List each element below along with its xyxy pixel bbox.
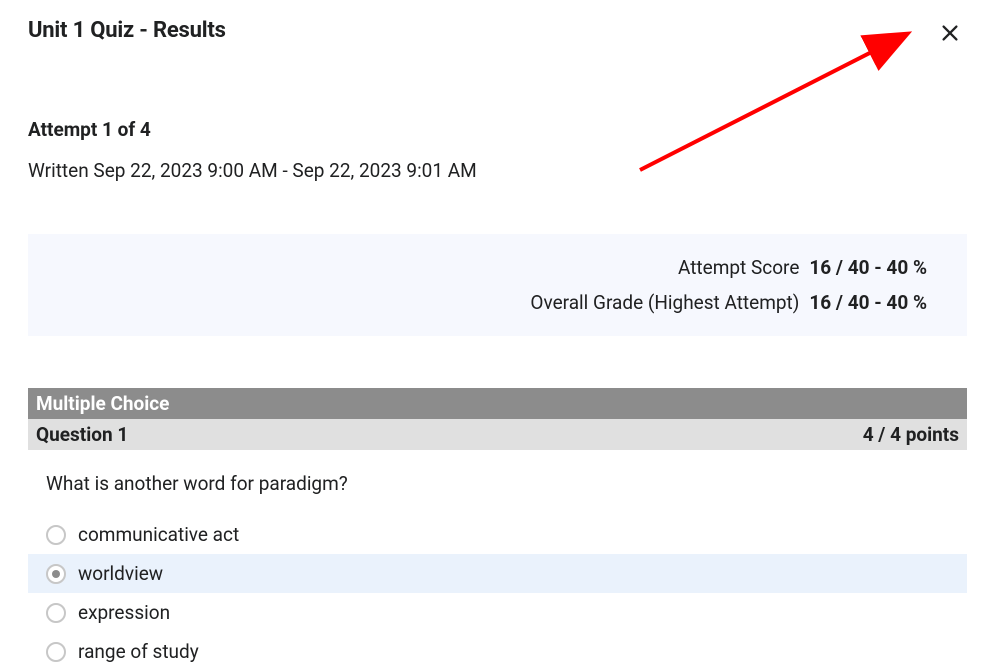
question-text: What is another word for paradigm? [28, 450, 967, 515]
attempt-score-label: Attempt Score [678, 256, 799, 279]
option-label: communicative act [78, 523, 239, 546]
question-header: Question 1 4 / 4 points [28, 419, 967, 450]
question-type-header: Multiple Choice [28, 388, 967, 419]
overall-grade-value: 16 / 40 - 40 % [809, 291, 927, 314]
option-label: expression [78, 601, 170, 624]
option-label: worldview [78, 562, 163, 585]
score-summary: Attempt Score 16 / 40 - 40 % Overall Gra… [28, 234, 967, 336]
question-points: 4 / 4 points [863, 423, 959, 446]
radio-icon [46, 603, 66, 623]
attempt-score-value: 16 / 40 - 40 % [809, 256, 927, 279]
close-icon [939, 22, 961, 44]
option-0[interactable]: communicative act [28, 515, 967, 554]
attempt-info: Attempt 1 of 4 Written Sep 22, 2023 9:00… [0, 118, 995, 182]
question-number-label: Question 1 [36, 423, 128, 446]
option-label: range of study [78, 640, 199, 663]
page-title: Unit 1 Quiz - Results [28, 18, 226, 43]
close-button[interactable] [935, 18, 965, 48]
radio-icon [46, 525, 66, 545]
attempt-label: Attempt 1 of 4 [28, 118, 967, 141]
question-section: Multiple Choice Question 1 4 / 4 points … [28, 388, 967, 671]
attempt-score-row: Attempt Score 16 / 40 - 40 % [50, 256, 927, 279]
radio-icon [46, 564, 66, 584]
option-3[interactable]: range of study [28, 632, 967, 671]
modal-header: Unit 1 Quiz - Results [0, 0, 995, 48]
option-2[interactable]: expression [28, 593, 967, 632]
overall-grade-row: Overall Grade (Highest Attempt) 16 / 40 … [50, 291, 927, 314]
option-1[interactable]: worldview [28, 554, 967, 593]
attempt-timestamp: Written Sep 22, 2023 9:00 AM - Sep 22, 2… [28, 159, 967, 182]
overall-grade-label: Overall Grade (Highest Attempt) [530, 291, 799, 314]
radio-icon [46, 642, 66, 662]
options-list: communicative act worldview expression r… [28, 515, 967, 671]
